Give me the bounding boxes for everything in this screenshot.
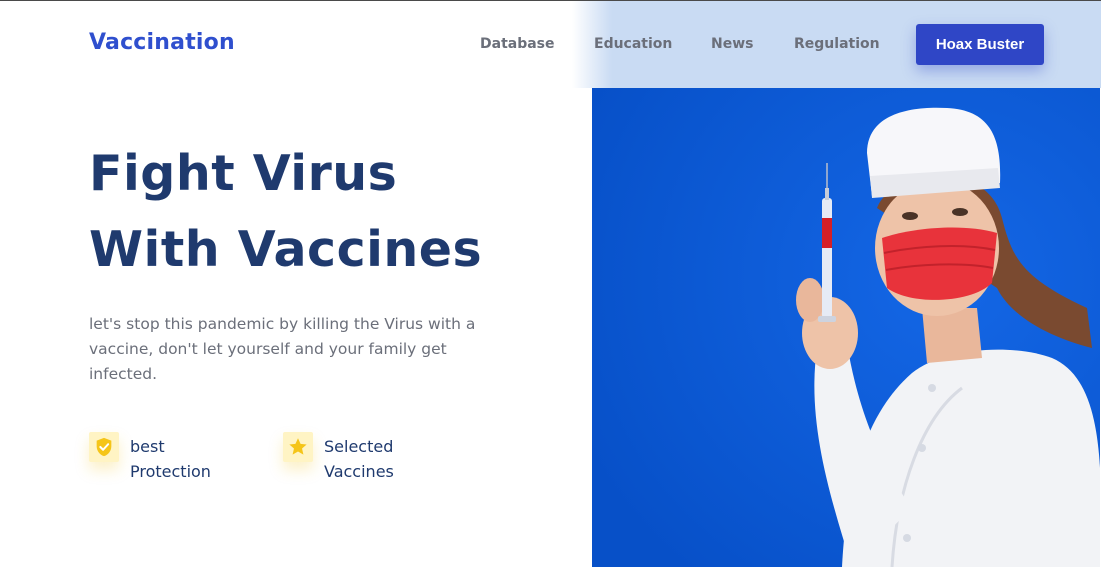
star-icon — [283, 432, 313, 462]
feature-label-line-1: Selected — [324, 437, 394, 456]
hero-title: Fight Virus With Vaccines — [89, 136, 482, 288]
nav-link-news[interactable]: News — [711, 36, 753, 52]
brand-logo[interactable]: Vaccination — [89, 30, 235, 55]
feature-label-line-2: Vaccines — [324, 462, 394, 481]
hero-description: let's stop this pandemic by killing the … — [89, 315, 476, 383]
hero-title-line-2: With Vaccines — [89, 221, 483, 278]
feature-label-line-2: Protection — [130, 462, 211, 481]
shield-check-icon — [89, 432, 119, 462]
feature-label: best Protection — [130, 434, 250, 484]
nurse-with-syringe-illustration — [592, 88, 1100, 567]
hero-title-line-1: Fight Virus — [89, 145, 398, 202]
nav-link-regulation[interactable]: Regulation — [794, 36, 880, 52]
hoax-buster-button[interactable]: Hoax Buster — [916, 24, 1044, 65]
hero-image — [592, 88, 1100, 567]
nav-link-education[interactable]: Education — [594, 36, 672, 52]
nav-link-database[interactable]: Database — [480, 36, 555, 52]
feature-label: Selected Vaccines — [324, 434, 444, 484]
feature-label-line-1: best — [130, 437, 165, 456]
